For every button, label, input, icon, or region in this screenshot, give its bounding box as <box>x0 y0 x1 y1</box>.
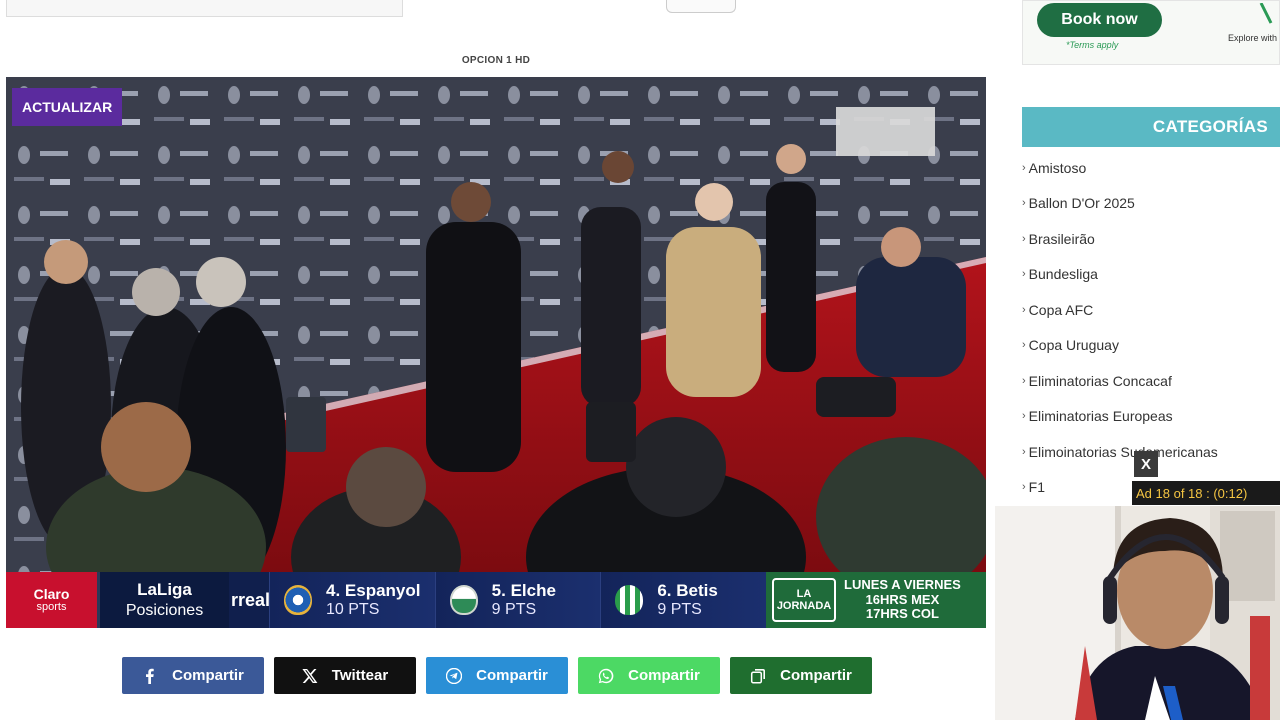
team-name: 5. Elche <box>491 580 556 600</box>
category-label: Eliminatorias Concacaf <box>1028 372 1172 389</box>
chevron-right-icon: › <box>1022 374 1026 387</box>
category-item[interactable]: › Brasileirão <box>1022 221 1280 257</box>
ticker-cut-text: rreal <box>229 572 269 628</box>
category-label: F1 <box>1028 479 1046 496</box>
video-player[interactable]: ACTUALIZAR Claro sports LaLiga Posicione… <box>6 77 986 628</box>
elche-crest-icon <box>449 585 478 615</box>
league-name: LaLiga <box>137 580 192 600</box>
x-icon <box>302 668 318 683</box>
category-label: Brasileirão <box>1028 230 1095 247</box>
close-ad-button[interactable]: X <box>1134 451 1158 477</box>
category-item[interactable]: › Ballon D'Or 2025 <box>1022 186 1280 222</box>
broadcaster-logo: Claro sports <box>6 572 97 628</box>
category-item[interactable]: › Copa AFC <box>1022 292 1280 328</box>
ticker-team: 4. Espanyol 10 PTS <box>269 572 435 628</box>
share-label: Compartir <box>628 667 700 684</box>
chevron-right-icon: › <box>1022 161 1026 174</box>
facebook-icon <box>146 668 154 684</box>
page: OPCION 1 HD ACTUALIZAR Claro sports LaLi… <box>0 0 1280 720</box>
category-label: Copa AFC <box>1028 301 1094 318</box>
category-item[interactable]: › Eliminatorias Europeas <box>1022 399 1280 435</box>
ticker-team: 5. Elche 9 PTS <box>434 572 601 628</box>
promo-line: LUNES A VIERNES <box>844 576 961 592</box>
promo-block: LA JORNADA LUNES A VIERNES 16HRS MEX 17H… <box>766 572 986 628</box>
twitter-share-button[interactable]: Twittear <box>274 657 416 694</box>
league-block: LaLiga Posiciones <box>97 572 229 628</box>
book-now-button[interactable]: Book now <box>1037 3 1162 37</box>
whatsapp-share-button[interactable]: Compartir <box>578 657 720 694</box>
category-label: Ballon D'Or 2025 <box>1028 195 1135 212</box>
share-label: Compartir <box>476 667 548 684</box>
category-label: Bundesliga <box>1028 266 1098 283</box>
promo-line: 16HRS MEX <box>865 591 940 607</box>
category-label: Copa Uruguay <box>1028 337 1119 354</box>
category-label: Elimoinatorias Sudamericanas <box>1028 443 1218 460</box>
category-label: Amistoso <box>1028 159 1087 176</box>
team-name: 4. Espanyol <box>326 580 421 600</box>
telegram-share-button[interactable]: Compartir <box>426 657 568 694</box>
facebook-share-button[interactable]: Compartir <box>122 657 264 694</box>
share-label: Twittear <box>331 667 389 684</box>
team-points: 9 PTS <box>657 601 702 619</box>
category-label: Eliminatorias Europeas <box>1028 408 1173 425</box>
share-label: Compartir <box>172 667 244 684</box>
sidebar-ad[interactable]: Book now *Terms apply Explore with <box>1022 0 1280 65</box>
chevron-right-icon: › <box>1022 410 1026 423</box>
promo-schedule: LUNES A VIERNES 16HRS MEX 17HRS COL <box>844 576 961 623</box>
chevron-right-icon: › <box>1022 303 1026 316</box>
chevron-right-icon: › <box>1022 268 1026 281</box>
team-points: 10 PTS <box>326 601 380 619</box>
category-item[interactable]: › Bundesliga <box>1022 257 1280 293</box>
webcam-overlay <box>995 506 1280 720</box>
copy-icon <box>751 668 766 684</box>
chevron-right-icon: › <box>1022 197 1026 210</box>
team-points: 9 PTS <box>491 601 537 619</box>
broadcaster-logo-top: Claro <box>33 585 70 602</box>
chevron-right-icon: › <box>1022 232 1026 245</box>
ad-explore-text: Explore with <box>1227 33 1277 43</box>
chevron-right-icon: › <box>1022 481 1026 494</box>
promo-line: 17HRS COL <box>865 606 939 622</box>
telegram-icon <box>446 667 463 684</box>
ad-brand-swoosh-icon <box>1259 3 1273 24</box>
player-option-label: OPCION 1 HD <box>461 55 531 66</box>
league-subtitle: Posiciones <box>125 601 204 619</box>
category-item[interactable]: › Copa Uruguay <box>1022 328 1280 364</box>
standings-ticker: Claro sports LaLiga Posiciones rreal 4. … <box>6 572 986 628</box>
whatsapp-icon <box>598 668 614 683</box>
share-label: Compartir <box>780 667 852 684</box>
team-name: 6. Betis <box>657 580 718 600</box>
chevron-right-icon: › <box>1022 445 1026 458</box>
chevron-right-icon: › <box>1022 339 1026 352</box>
ad-counter: Ad 18 of 18 : (0:12) <box>1132 481 1280 505</box>
top-toggle-button[interactable] <box>666 0 736 13</box>
copy-link-button[interactable]: Compartir <box>730 657 872 694</box>
top-ad-strip <box>6 0 403 17</box>
category-item[interactable]: › Eliminatorias Concacaf <box>1022 363 1280 399</box>
player-overlay-box <box>836 107 935 156</box>
promo-badge: LA JORNADA <box>772 578 837 622</box>
broadcaster-logo-bottom: sports <box>36 600 67 613</box>
betis-crest-icon <box>615 585 644 615</box>
category-item[interactable]: › Amistoso <box>1022 150 1280 186</box>
ticker-team: 6. Betis 9 PTS <box>600 572 767 628</box>
categories-header: CATEGORÍAS <box>1022 107 1280 147</box>
ad-terms-text: *Terms apply <box>1066 40 1119 50</box>
espanyol-crest-icon <box>284 585 312 615</box>
refresh-stream-button[interactable]: ACTUALIZAR <box>12 88 123 126</box>
share-bar: Compartir Twittear Compartir Compartir C… <box>122 657 872 694</box>
